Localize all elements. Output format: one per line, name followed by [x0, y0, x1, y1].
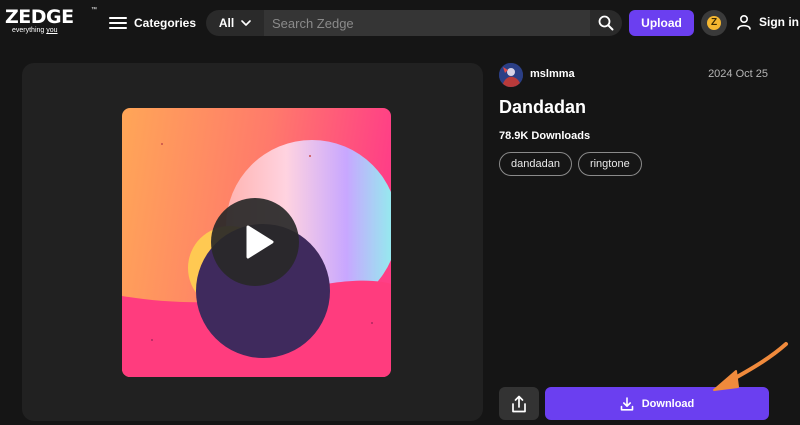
ringtone-title: Dandadan: [499, 97, 587, 117]
search-input[interactable]: [264, 10, 590, 36]
download-icon: [620, 396, 634, 411]
sign-in-button[interactable]: Sign in: [736, 12, 799, 32]
tag-chip[interactable]: ringtone: [577, 152, 642, 176]
upload-date: 2024 Oct 25: [708, 68, 768, 80]
play-icon: [246, 225, 274, 259]
download-label: Download: [641, 397, 695, 410]
search-scope-select[interactable]: All: [206, 10, 264, 36]
author-name[interactable]: mslmma: [530, 68, 575, 80]
logo-tagline-text: everything: [12, 27, 47, 34]
search-icon[interactable]: [598, 15, 614, 31]
zcoin-icon: Z: [707, 16, 721, 30]
play-button[interactable]: [211, 198, 299, 286]
share-icon: [512, 395, 526, 413]
logo-wordmark: ZEDGE: [5, 6, 74, 28]
logo-tagline-you: you: [46, 27, 58, 34]
author-avatar[interactable]: [499, 63, 523, 87]
tag-list: dandadan ringtone: [499, 152, 648, 176]
logo-trademark: ™: [91, 7, 97, 13]
categories-button[interactable]: Categories: [109, 12, 196, 34]
zcoin-button[interactable]: Z: [701, 10, 727, 36]
download-button[interactable]: Download: [545, 387, 769, 420]
download-count: 78.9K Downloads: [499, 130, 591, 142]
hamburger-icon: [109, 16, 127, 30]
search-bar: All: [206, 10, 622, 36]
upload-button[interactable]: Upload: [629, 10, 694, 36]
chevron-down-icon: [241, 20, 251, 26]
top-nav: ZEDGE ™ everything you Categories All Up…: [0, 0, 800, 44]
ringtone-preview-card: [22, 63, 483, 421]
zedge-logo[interactable]: ZEDGE ™ everything you: [5, 6, 97, 36]
categories-label: Categories: [134, 16, 197, 30]
tag-chip[interactable]: dandadan: [499, 152, 572, 176]
logo-tagline: everything you: [12, 27, 58, 34]
sign-in-label: Sign in: [759, 15, 799, 29]
user-icon: [737, 14, 751, 30]
share-button[interactable]: [499, 387, 539, 420]
search-scope-value: All: [218, 16, 235, 30]
